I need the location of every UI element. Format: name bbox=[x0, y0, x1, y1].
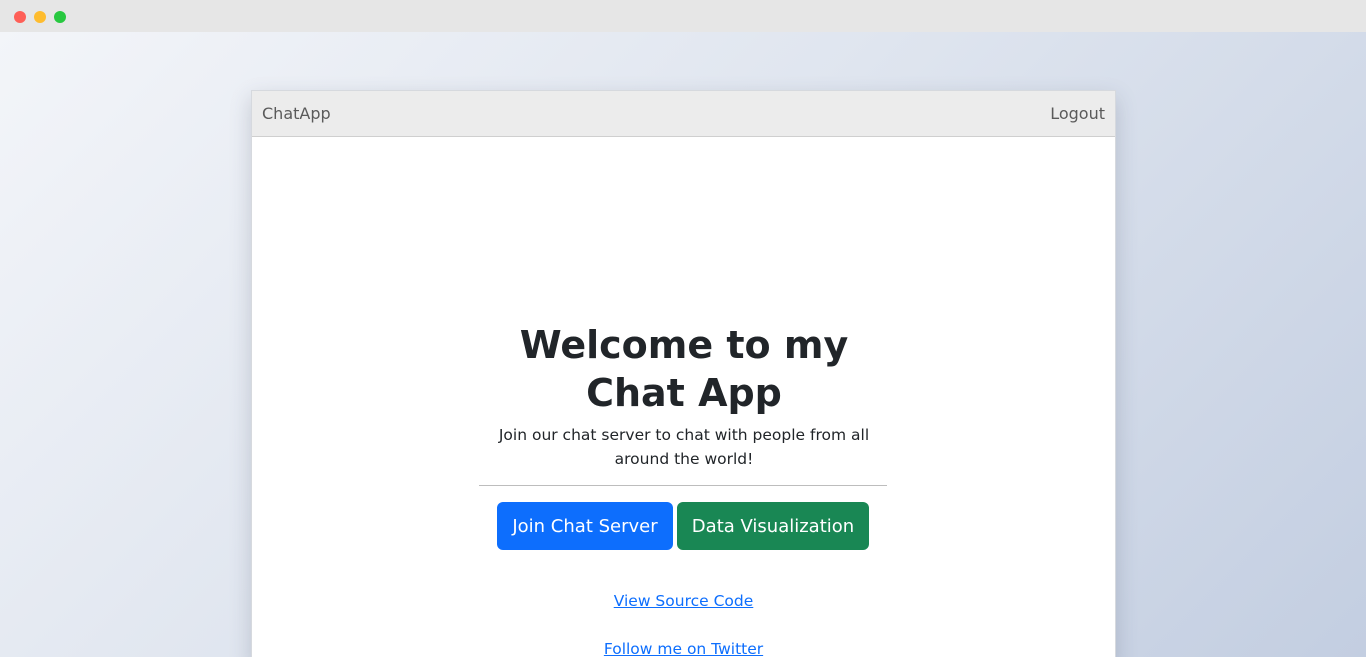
logout-link[interactable]: Logout bbox=[1050, 104, 1105, 123]
page-title: Welcome to my Chat App bbox=[519, 323, 849, 415]
desktop-background: ChatApp Logout Welcome to my Chat App Jo… bbox=[0, 32, 1366, 657]
navbar: ChatApp Logout bbox=[252, 91, 1115, 137]
app-window: ChatApp Logout Welcome to my Chat App Jo… bbox=[251, 90, 1116, 657]
maximize-window-icon[interactable] bbox=[54, 11, 66, 23]
minimize-window-icon[interactable] bbox=[34, 11, 46, 23]
page-subtitle: Join our chat server to chat with people… bbox=[498, 426, 870, 468]
divider bbox=[479, 485, 887, 486]
hero-section: Welcome to my Chat App Join our chat ser… bbox=[252, 137, 1115, 657]
follow-twitter-link[interactable]: Follow me on Twitter bbox=[252, 640, 1115, 657]
os-title-bar bbox=[0, 0, 1366, 32]
close-window-icon[interactable] bbox=[14, 11, 26, 23]
brand-link[interactable]: ChatApp bbox=[262, 104, 331, 123]
data-visualization-button[interactable]: Data Visualization bbox=[677, 502, 869, 550]
join-chat-server-button[interactable]: Join Chat Server bbox=[497, 502, 673, 550]
view-source-code-link[interactable]: View Source Code bbox=[252, 592, 1115, 610]
